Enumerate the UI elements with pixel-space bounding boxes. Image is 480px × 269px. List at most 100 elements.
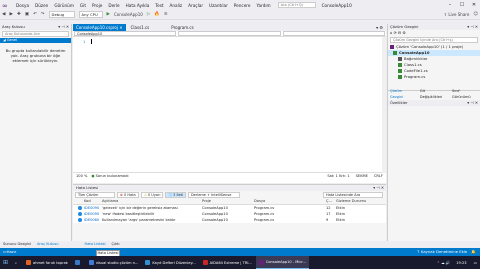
column-header-file[interactable]: Dosya <box>254 198 326 204</box>
pin-icon[interactable]: ▾ ⊣ ✕ <box>467 100 478 106</box>
build-filter-dropdown[interactable]: Derleme + IntelliSense <box>187 191 240 198</box>
issues-status[interactable]: Sorun bulunamadı <box>96 174 129 178</box>
tab-class1-cs[interactable]: Class1.cs <box>128 24 153 31</box>
toolbox-empty-message: Bu grupta kullanılabilir denetim yok. Ar… <box>5 48 66 63</box>
hot-reload-icon[interactable]: 🔥 <box>152 12 162 17</box>
live-share-label: Live Share <box>448 12 470 17</box>
global-search-input[interactable]: Ara (Ctrl+Q) <box>277 2 316 8</box>
taskbar-app-aida64[interactable]: AIDA64 Extreme | TRI... <box>200 256 255 269</box>
menu-tools[interactable]: Araçlar <box>185 3 206 8</box>
pin-icon[interactable]: ▾ ⊣ ✕ <box>58 24 69 30</box>
tab-error-list[interactable]: Hata Listesi <box>82 241 109 248</box>
live-share-button[interactable]: ⇪ Live Share <box>442 12 472 17</box>
column-header-project[interactable]: Proje <box>202 198 254 204</box>
member-nav-dropdown[interactable] <box>178 31 281 36</box>
menu-window[interactable]: Pencere <box>231 3 254 8</box>
column-header-description[interactable]: Açıklama <box>102 198 202 204</box>
toolbox-search-input[interactable]: Araç Kutusunda Ara <box>2 31 69 37</box>
add-source-control-button[interactable]: ↑ Kaynak Denetimine Ekle <box>417 248 468 256</box>
menu-debug[interactable]: Hata Ayıkla <box>123 3 153 8</box>
vertical-scrollbar[interactable] <box>382 37 386 173</box>
tab-server-explorer[interactable]: Sunucu Gezgini <box>0 241 34 248</box>
tab-solution-explorer[interactable]: Çözüm Gezgini <box>388 88 418 100</box>
errors-filter-button[interactable]: ⊗ 0 Hata <box>117 191 139 198</box>
error-code-link[interactable]: IDE0060 <box>84 217 102 223</box>
close-icon[interactable]: ✕ <box>468 2 480 8</box>
pin-icon[interactable]: ▾ ⊣ ✕ <box>373 185 384 191</box>
menu-bar: ∞ Dosya Düzen Görünüm Git Proje Derle Ha… <box>0 0 480 10</box>
solution-tree: Çözüm 'ConsoleApp10' (1 / 1 proje) Conso… <box>388 44 480 80</box>
close-icon[interactable]: ✕ <box>119 25 122 30</box>
taskbar-app-visual-studio[interactable]: ConsoleApp10 - Micr... <box>255 256 309 269</box>
code-area[interactable]: 1 <box>73 37 386 172</box>
tree-item-label: Çözüm 'ConsoleApp10' (1 / 1 proje) <box>396 44 464 49</box>
scope-dropdown[interactable]: Tüm Çözüm <box>75 191 115 198</box>
minimize-icon[interactable]: – <box>444 2 456 8</box>
format-icon[interactable]: ≡ <box>162 12 170 17</box>
pin-icon[interactable]: ▾ ⊣ ✕ <box>467 24 478 30</box>
notification-bell-icon[interactable]: 🔔 <box>467 248 480 256</box>
redo-icon[interactable]: ↷ <box>39 12 47 17</box>
menu-extensions[interactable]: Uzantılar <box>206 3 231 8</box>
tab-toolbox[interactable]: Araç Kutusu <box>34 241 62 248</box>
solution-search-input[interactable]: Çözüm Gezgini İçinde Ara (Ctrl+ş) <box>390 37 478 43</box>
tab-consoleapp10-csproj[interactable]: ConsoleApp10.csproj ✕ <box>73 24 126 31</box>
menu-file[interactable]: Dosya <box>13 3 32 8</box>
toolbox-group-general[interactable]: ◢ Genel <box>0 38 71 43</box>
menu-project[interactable]: Proje <box>89 3 105 8</box>
regedit-icon <box>145 260 151 265</box>
start-button[interactable]: ConsoleApp10 <box>112 12 145 17</box>
forward-icon[interactable]: ▶ <box>7 12 14 17</box>
tab-class-view[interactable]: Sınıf Görünümü <box>450 88 480 100</box>
tab-label: ConsoleApp10.csproj <box>76 25 118 30</box>
back-icon[interactable]: ◀ <box>0 12 7 17</box>
home-icon[interactable]: ⌂ ⟳ ⊟ ⚙ <box>390 30 406 35</box>
start-without-debug-icon[interactable]: ▷ <box>145 12 152 17</box>
taskbar-app-browser[interactable]: visual studio çözüm n... <box>86 256 142 269</box>
tab-program-cs[interactable]: Program.cs <box>168 24 196 31</box>
taskbar-app-regedit[interactable]: Kayıt Defteri Düzenley... <box>142 256 198 269</box>
menu-analyze[interactable]: Analiz <box>167 3 186 8</box>
taskbar-app-explorer[interactable] <box>72 256 85 269</box>
taskbar-app-chrome[interactable]: ahmet faruk toprak <box>23 256 71 269</box>
feedback-icon[interactable]: ☺ <box>471 12 480 17</box>
tab-output[interactable]: Çıktı <box>109 241 123 248</box>
windows-start-icon[interactable]: ⊞ <box>0 256 11 269</box>
menu-view[interactable]: Görünüm <box>51 3 77 8</box>
tab-git-changes[interactable]: Git Değişiklikleri <box>418 88 450 100</box>
project-nav-dropdown[interactable]: ConsoleApp10 <box>74 31 177 36</box>
platform-dropdown[interactable]: Any CPU <box>78 11 103 18</box>
tree-item-program[interactable]: Program.cs <box>388 74 480 80</box>
toolbox-group-label: Genel <box>6 38 18 42</box>
configuration-dropdown[interactable]: Debug <box>48 11 75 18</box>
menu-build[interactable]: Derle <box>105 3 122 8</box>
task-label: ahmet faruk toprak <box>33 260 68 265</box>
tab-overflow-icon[interactable]: ▾ ⚙ <box>376 25 383 30</box>
properties-header: Özellikler ▾ ⊣ ✕ <box>388 100 480 106</box>
system-tray-icons[interactable]: ⌃ ☁ 🔊 <box>435 261 452 265</box>
search-icon[interactable]: ⌕ <box>12 256 22 269</box>
error-search-input[interactable]: Hata Listesinde Ara <box>323 191 383 198</box>
menu-help[interactable]: Yardım <box>254 3 274 8</box>
solution-toolbar: ⌂ ⟳ ⊟ ⚙ <box>388 30 480 36</box>
new-item-icon[interactable]: ✚ <box>15 12 23 17</box>
save-icon[interactable]: ▣ <box>23 12 31 17</box>
menu-git[interactable]: Git <box>77 3 89 8</box>
undo-icon[interactable]: ↶ <box>31 12 39 17</box>
column-header-line[interactable]: Ç... <box>326 198 336 204</box>
warnings-filter-button[interactable]: ⚠ 0 Uyarı <box>140 191 164 198</box>
clock[interactable]: 19:23 <box>452 261 470 265</box>
scope-nav-dropdown[interactable] <box>282 31 385 36</box>
start-icon[interactable]: ▶ <box>105 12 112 17</box>
zoom-dropdown[interactable]: 100 % <box>73 174 90 178</box>
notification-center-icon[interactable]: ▭ <box>471 261 480 265</box>
error-row[interactable]: IDE0060 Kullanılmayan 'args' parametresi… <box>73 217 386 223</box>
column-header-suppression[interactable]: Gizleme Durumu <box>336 198 376 204</box>
menu-edit[interactable]: Düzen <box>32 3 51 8</box>
maximize-icon[interactable]: ☐ <box>456 2 468 8</box>
tab-mode: SEKME <box>355 173 368 178</box>
column-header-code[interactable]: Kod <box>84 198 102 204</box>
csharp-file-icon <box>398 75 402 79</box>
menu-test[interactable]: Test <box>152 3 166 8</box>
messages-filter-button[interactable]: ⓘ 3 İleti <box>165 191 186 198</box>
